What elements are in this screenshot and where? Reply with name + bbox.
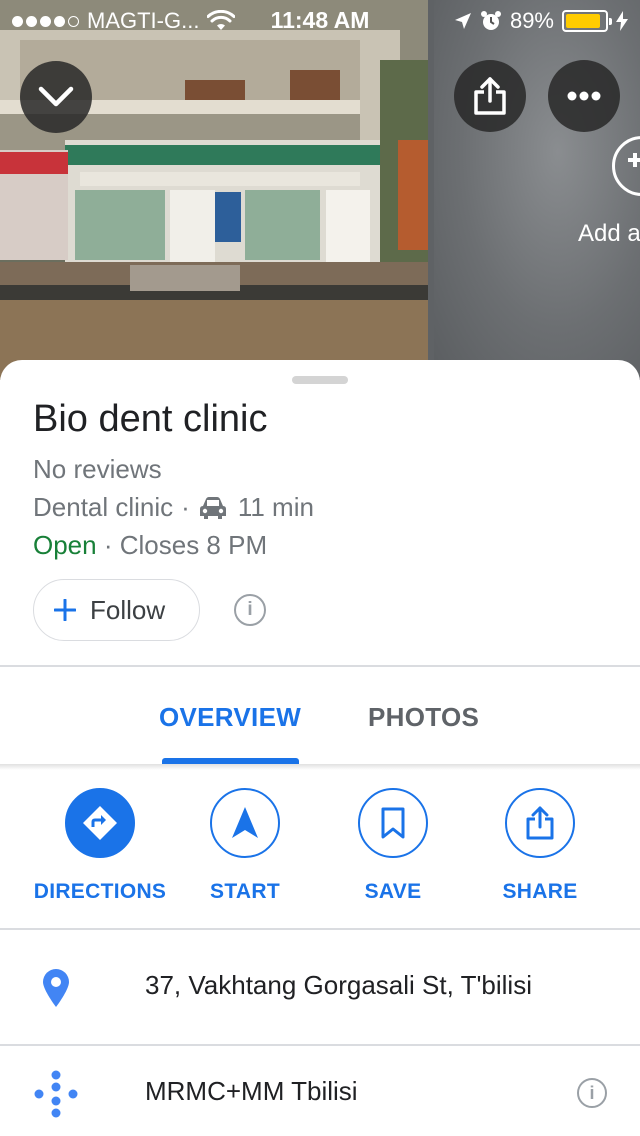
category-line: Dental clinic · 11 min [33,492,314,523]
header-share-button[interactable] [454,60,526,132]
status-bar: MAGTI-G... 11:48 AM 89% [0,0,640,40]
separator-dot: · [181,492,190,522]
tab-overview[interactable]: OVERVIEW [159,702,301,733]
place-photo[interactable] [0,0,428,380]
save-button[interactable]: SAVE [318,788,468,904]
place-details-sheet: Bio dent clinic No reviews Dental clinic… [0,360,640,1136]
battery-icon [562,10,612,32]
sheet-drag-handle[interactable] [292,376,348,384]
more-icon [567,91,601,101]
status-bar-right: 89% [454,8,628,34]
bookmark-icon [358,788,428,858]
header-photo-area [0,0,640,380]
add-photo-label[interactable]: Add a [578,220,640,248]
review-summary[interactable]: No reviews [33,454,162,485]
plus-code-info-icon[interactable]: i [577,1078,607,1108]
share-button[interactable]: SHARE [465,788,615,904]
tab-photos[interactable]: PHOTOS [368,702,479,733]
plus-code-text: MRMC+MM Tbilisi [145,1076,358,1106]
clinic-building-photo [0,0,428,380]
tabs-shadow [0,764,640,770]
charging-bolt-icon [616,11,628,31]
closing-time: · Closes 8 PM [103,530,268,560]
battery-percent: 89% [509,8,554,33]
share-label: SHARE [502,880,578,903]
place-category: Dental clinic [33,492,174,522]
location-pin-icon [30,962,82,1014]
share-icon [474,77,506,115]
car-icon [199,496,226,519]
share-icon [505,788,575,858]
location-arrow-icon [454,13,471,29]
directions-button[interactable]: DIRECTIONS [25,788,175,904]
follow-button[interactable]: Follow [33,579,200,641]
place-photo-secondary[interactable] [434,0,640,380]
more-options-button[interactable] [548,60,620,132]
place-title: Bio dent clinic [33,398,268,440]
plus-icon [54,599,76,621]
chevron-down-icon [38,86,74,107]
plus-code-icon [30,1068,82,1120]
action-buttons: DIRECTIONS START SAVE SHARE [0,788,640,928]
address-text: 37, Vakhtang Gorgasali St, T'bilisi [145,970,532,1000]
follow-info-icon[interactable]: i [234,594,266,626]
directions-label: DIRECTIONS [33,880,167,903]
navigation-arrow-icon [210,788,280,858]
divider [0,928,640,930]
follow-label: Follow [90,594,166,625]
start-label: START [210,880,280,903]
tab-bar: OVERVIEW PHOTOS [0,666,640,764]
collapse-button[interactable] [20,61,92,133]
add-photo-icon[interactable] [612,136,640,196]
plus-code-row[interactable]: MRMC+MM Tbilisi i [0,1042,640,1136]
address-row[interactable]: 37, Vakhtang Gorgasali St, T'bilisi [0,936,640,1040]
hours-line[interactable]: Open · Closes 8 PM [33,530,267,561]
save-label: SAVE [364,880,422,903]
alarm-icon [480,11,501,30]
directions-icon [65,788,135,858]
drive-time: 11 min [237,492,314,522]
start-button[interactable]: START [170,788,320,904]
open-status: Open [33,530,97,560]
battery-level [566,14,600,28]
